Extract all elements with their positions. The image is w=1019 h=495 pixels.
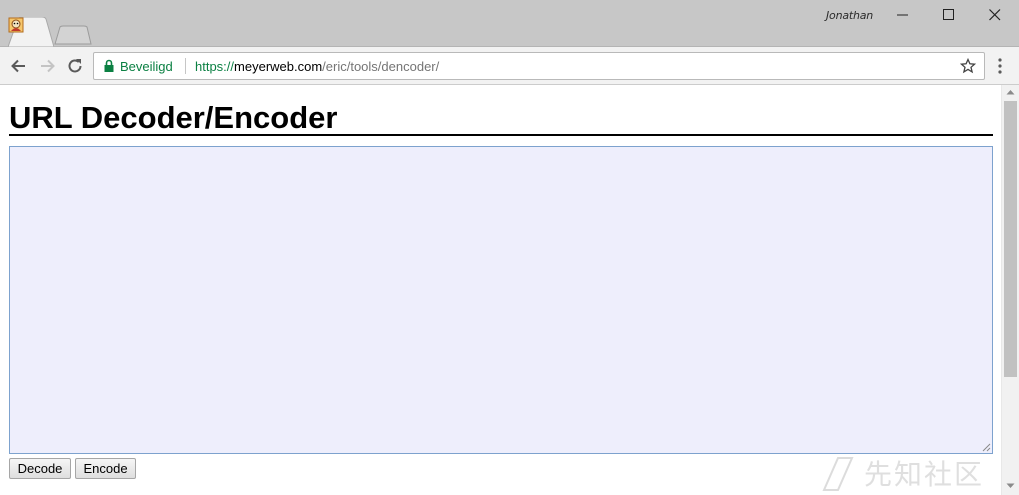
site-favicon-icon [8,17,24,33]
reload-icon[interactable] [65,56,85,76]
forward-arrow-icon[interactable] [37,56,57,76]
url-input-textarea[interactable] [9,146,993,454]
omnibox-divider [185,58,186,74]
encode-button[interactable]: Encode [75,458,136,479]
url-scheme: https:// [195,59,235,74]
window-title-bar: Jonathan [0,0,1019,47]
scrollbar-thumb[interactable] [1004,101,1017,377]
minimize-button[interactable] [880,0,926,30]
page-content: URL Decoder/Encoder Decode Encode [0,85,1001,495]
new-tab-button[interactable] [54,25,92,45]
url-host: meyerweb.com [234,59,323,74]
scroll-down-arrow-icon[interactable] [1006,483,1015,489]
maximize-button[interactable] [926,0,972,30]
url-path: /eric/tools/dencoder/ [322,59,440,74]
lock-icon [104,59,114,72]
close-icon [989,9,1001,21]
security-label[interactable]: Beveiligd [120,59,173,74]
profile-name[interactable]: Jonathan [826,9,873,22]
resize-grip-icon[interactable] [981,442,991,452]
bookmark-star-icon[interactable] [960,58,976,74]
maximize-icon [943,9,954,20]
address-bar[interactable]: Beveiligd https://meyerweb.com/eric/tool… [93,52,985,80]
page-title: URL Decoder/Encoder [9,100,993,136]
browser-tab-active[interactable] [8,17,54,47]
scroll-up-arrow-icon[interactable] [1006,89,1015,95]
url-text[interactable]: https://meyerweb.com/eric/tools/dencoder… [195,59,439,74]
back-arrow-icon[interactable] [9,56,29,76]
watermark-text: 先知社区 [864,458,985,491]
close-window-button[interactable] [972,0,1018,30]
minimize-icon [897,14,908,16]
decode-button[interactable]: Decode [9,458,71,479]
browser-toolbar: Beveiligd https://meyerweb.com/eric/tool… [0,47,1019,85]
watermark-logo-icon [822,457,854,491]
vertical-scrollbar[interactable] [1001,85,1019,495]
more-menu-icon[interactable] [992,56,1008,76]
